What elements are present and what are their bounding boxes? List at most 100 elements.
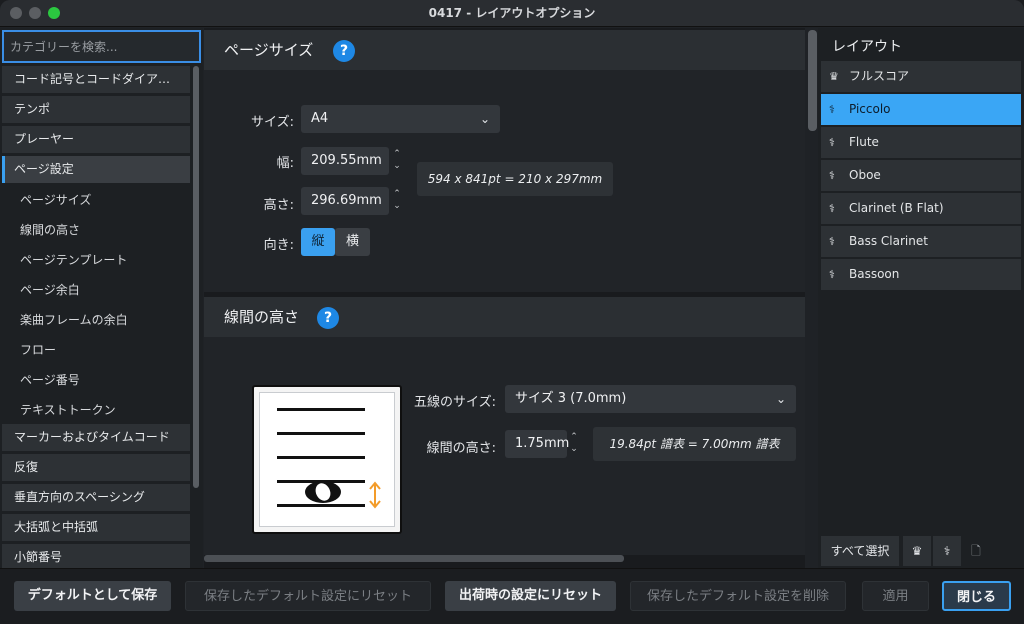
space-height-arrow-icon	[369, 481, 381, 509]
height-label: 高さ:	[263, 198, 294, 213]
page-size-help-icon[interactable]: ?	[333, 40, 355, 62]
category-vertical-spacing[interactable]: 垂直方向のスペーシング	[2, 484, 190, 511]
layout-item-label: フルスコア	[849, 69, 910, 83]
minimize-window-button[interactable]	[29, 7, 41, 19]
category-tempo[interactable]: テンポ	[2, 96, 190, 123]
layout-item-flute[interactable]: ⚕ Flute	[821, 127, 1021, 158]
select-all-button[interactable]: すべて選択	[821, 536, 899, 566]
close-button[interactable]: 閉じる	[942, 581, 1011, 611]
select-parts-icon[interactable]: ⚕	[933, 536, 961, 566]
subitem-space-size[interactable]: 線間の高さ	[2, 215, 190, 245]
layout-item-clarinet[interactable]: ⚕ Clarinet (B Flat)	[821, 193, 1021, 224]
page-height-value: 296.69mm	[311, 193, 382, 208]
staff-line	[277, 408, 365, 411]
page-size-section-header: ページサイズ ?	[204, 30, 805, 70]
layouts-heading: レイアウト	[832, 39, 902, 55]
space-size-section-header: 線間の高さ ?	[204, 297, 805, 337]
width-label: 幅:	[276, 156, 294, 171]
page-width-value: 209.55mm	[311, 153, 382, 168]
layout-item-piccolo[interactable]: ⚕ Piccolo	[821, 94, 1021, 125]
category-repeats[interactable]: 反復	[2, 454, 190, 481]
space-height-label: 線間の高さ:	[426, 441, 496, 456]
layout-item-oboe[interactable]: ⚕ Oboe	[821, 160, 1021, 191]
reset-to-saved-defaults-button[interactable]: 保存したデフォルト設定にリセット	[185, 581, 431, 611]
layouts-panel: レイアウト ♛ フルスコア ⚕ Piccolo ⚕ Flute ⚕ Oboe ⚕…	[818, 28, 1024, 568]
category-search-input[interactable]	[2, 30, 201, 63]
subitem-music-frame-margins[interactable]: 楽曲フレームの余白	[2, 305, 190, 335]
part-icon: ⚕	[829, 235, 835, 248]
category-players[interactable]: プレーヤー	[2, 126, 190, 153]
dialog-footer: デフォルトとして保存 保存したデフォルト設定にリセット 出荷時の設定にリセット …	[0, 568, 1024, 624]
category-markers-timecode[interactable]: マーカーおよびタイムコード	[2, 424, 190, 451]
subitem-flows[interactable]: フロー	[2, 335, 190, 365]
layout-item-label: Piccolo	[849, 102, 891, 116]
layout-item-label: Oboe	[849, 168, 881, 182]
size-label: サイズ:	[251, 115, 294, 130]
page-size-value: A4	[311, 111, 329, 126]
content-horizontal-scrollbar[interactable]	[204, 555, 624, 562]
page-dimensions-info: 594 x 841pt = 210 x 297mm	[417, 162, 613, 196]
window-title: 0417 - レイアウトオプション	[428, 6, 596, 20]
part-icon: ⚕	[829, 169, 835, 182]
page-width-input[interactable]: 209.55mm	[301, 147, 389, 175]
orientation-label: 向き:	[263, 238, 294, 253]
apply-button[interactable]: 適用	[862, 581, 929, 611]
part-icon: ⚕	[829, 268, 835, 281]
select-custom-icon[interactable]: 🗋	[963, 536, 989, 566]
category-page-setup[interactable]: ページ設定	[2, 156, 190, 183]
category-bar-numbers[interactable]: 小節番号	[2, 544, 190, 568]
save-as-default-button[interactable]: デフォルトとして保存	[14, 581, 171, 611]
page-height-stepper[interactable]: ⌃ ⌄	[390, 188, 404, 216]
space-size-heading: 線間の高さ	[224, 308, 300, 326]
content-vertical-scrollbar[interactable]	[808, 30, 817, 131]
subitem-page-templates[interactable]: ページテンプレート	[2, 245, 190, 275]
rastral-size-value: サイズ 3 (7.0mm)	[515, 391, 627, 406]
page-size-section: サイズ: A4 ⌄ 幅: 209.55mm ⌃ ⌄ 594 x 841pt = 2…	[204, 70, 805, 292]
layout-item-label: Bass Clarinet	[849, 234, 928, 248]
orientation-landscape-button[interactable]: 横	[335, 228, 370, 256]
subitem-page-numbers[interactable]: ページ番号	[2, 365, 190, 395]
options-content: ページサイズ ? サイズ: A4 ⌄ 幅: 209.55mm ⌃ ⌄ 594 x …	[204, 28, 805, 568]
title-bar: 0417 - レイアウトオプション	[0, 0, 1024, 27]
staff-line	[277, 432, 365, 435]
close-window-button[interactable]	[10, 7, 22, 19]
part-icon: ⚕	[829, 103, 835, 116]
layout-item-label: Clarinet (B Flat)	[849, 201, 944, 215]
staff-size-preview	[252, 385, 402, 534]
space-height-info: 19.84pt 譜表 = 7.00mm 譜表	[593, 427, 796, 461]
space-height-input[interactable]: 1.75mm	[505, 430, 570, 458]
part-icon: ⚕	[829, 136, 835, 149]
subitem-text-tokens[interactable]: テキストトークン	[2, 395, 190, 425]
subitem-page-margins[interactable]: ページ余白	[2, 275, 190, 305]
layout-item-label: Flute	[849, 135, 879, 149]
layout-item-label: Bassoon	[849, 267, 900, 281]
rastral-size-label: 五線のサイズ:	[414, 395, 496, 410]
layout-item-full-score[interactable]: ♛ フルスコア	[821, 61, 1021, 92]
whole-note-icon	[305, 481, 341, 503]
full-score-icon: ♛	[829, 70, 839, 83]
staff-line	[277, 456, 365, 459]
page-size-select[interactable]: A4 ⌄	[301, 105, 500, 133]
part-icon: ⚕	[829, 202, 835, 215]
select-full-score-icon[interactable]: ♛	[903, 536, 931, 566]
category-brackets-braces[interactable]: 大括弧と中括弧	[2, 514, 190, 541]
layout-item-bassoon[interactable]: ⚕ Bassoon	[821, 259, 1021, 290]
category-chord-symbols[interactable]: コード記号とコードダイア…	[2, 66, 190, 93]
orientation-portrait-button[interactable]: 縦	[301, 228, 335, 256]
rastral-size-select[interactable]: サイズ 3 (7.0mm) ⌄	[505, 385, 796, 413]
layout-options-window: 0417 - レイアウトオプション コード記号とコードダイア… テンポ プレーヤ…	[0, 0, 1024, 624]
category-sidebar: コード記号とコードダイア… テンポ プレーヤー ページ設定 ページサイズ 線間の…	[0, 28, 203, 568]
zoom-window-button[interactable]	[48, 7, 60, 19]
chevron-down-icon: ⌄	[775, 392, 786, 406]
reset-to-factory-button[interactable]: 出荷時の設定にリセット	[445, 581, 616, 611]
space-size-help-icon[interactable]: ?	[317, 307, 339, 329]
sidebar-scrollbar[interactable]	[193, 66, 199, 488]
subitem-page-size[interactable]: ページサイズ	[2, 185, 190, 215]
page-width-stepper[interactable]: ⌃ ⌄	[390, 148, 404, 176]
space-height-stepper[interactable]: ⌃ ⌄	[567, 431, 581, 459]
page-height-input[interactable]: 296.69mm	[301, 187, 389, 215]
delete-saved-defaults-button[interactable]: 保存したデフォルト設定を削除	[630, 581, 846, 611]
layout-item-bass-clarinet[interactable]: ⚕ Bass Clarinet	[821, 226, 1021, 257]
space-height-value: 1.75mm	[515, 436, 570, 451]
chevron-down-icon: ⌄	[479, 112, 490, 126]
